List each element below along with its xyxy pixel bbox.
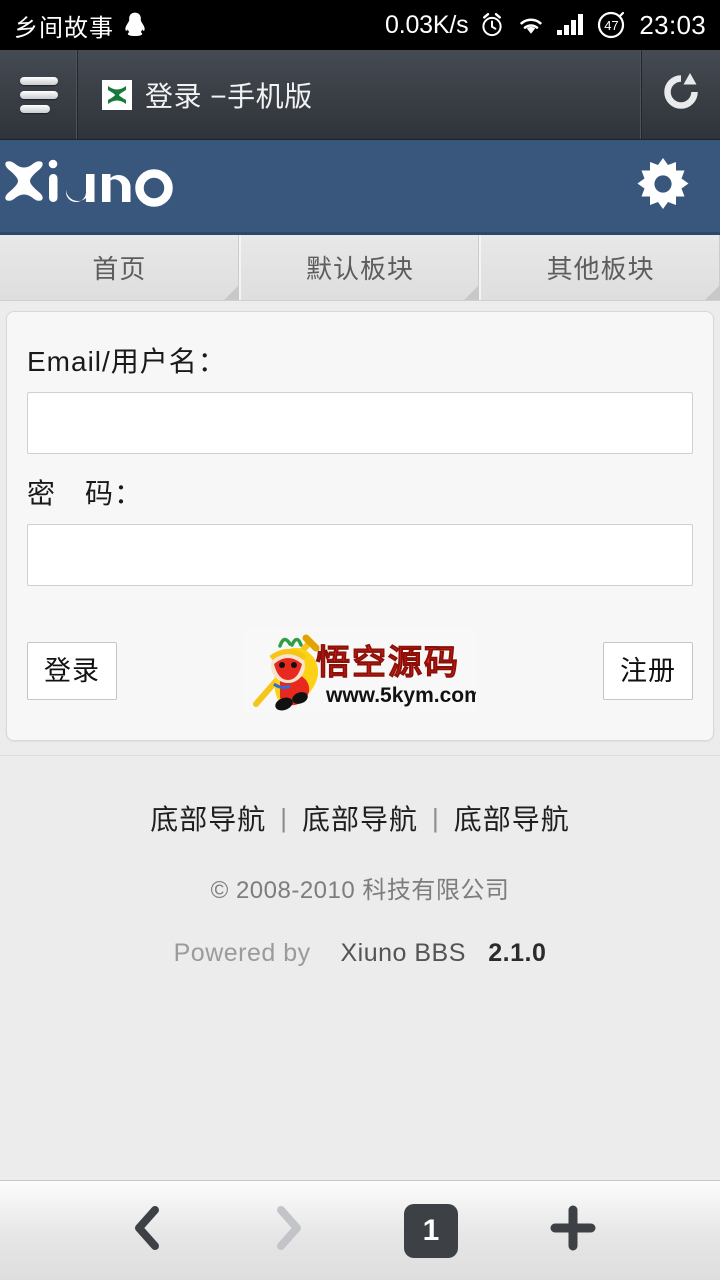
tab-other-forum[interactable]: 其他板块	[481, 235, 720, 300]
tab-label: 首页	[92, 254, 147, 284]
password-label: 密 码：	[27, 478, 144, 509]
browser-menu-button[interactable]	[0, 50, 78, 139]
powered-prefix: Powered by	[173, 939, 311, 967]
reload-icon	[660, 71, 702, 118]
browser-title-bar: 登录 −手机版	[0, 50, 720, 140]
xiuno-x-favicon	[102, 79, 132, 110]
svg-text:悟空源码: 悟空源码	[316, 643, 460, 683]
gear-icon	[634, 155, 692, 218]
reload-button[interactable]	[642, 50, 720, 139]
tab-corner-icon	[464, 285, 480, 300]
address-bar[interactable]: 登录 −手机版	[78, 50, 642, 139]
xiuno-logo[interactable]	[4, 154, 179, 219]
status-bar-left: 乡间故事	[14, 8, 146, 43]
powered-product: Xiuno BBS	[340, 939, 466, 967]
nav-tabs: 首页 默认板块 其他板块	[0, 235, 720, 301]
tab-label: 其他板块	[546, 254, 655, 284]
powered-version: 2.1.0	[488, 939, 547, 967]
battery-level-label: 47	[604, 17, 619, 33]
footer-copyright: © 2008-2010 科技有限公司	[210, 877, 510, 904]
android-status-bar: 乡间故事 0.03K/s 47 23:03	[0, 0, 720, 50]
password-input[interactable]	[27, 524, 693, 586]
chevron-right-icon	[267, 1202, 311, 1259]
wukong-watermark: 悟空源码 www.5kym.com	[244, 628, 476, 714]
tab-corner-icon	[223, 285, 239, 300]
tab-corner-icon	[705, 285, 720, 300]
footer-nav: 底部导航 | 底部导航 | 底部导航	[0, 798, 720, 838]
cellular-signal-icon	[557, 13, 585, 37]
footer-nav-link-3[interactable]: 底部导航	[454, 798, 570, 838]
tab-default-forum[interactable]: 默认板块	[240, 235, 482, 300]
back-button[interactable]	[111, 1195, 183, 1267]
username-label: Email/用户名：	[27, 346, 227, 377]
footer-separator: |	[432, 802, 440, 833]
login-button[interactable]: 登录	[27, 641, 117, 701]
svg-text:www.5kym.com: www.5kym.com	[325, 684, 476, 707]
qq-penguin-icon	[124, 12, 146, 39]
hamburger-menu-icon	[19, 76, 58, 113]
tab-label: 默认板块	[306, 254, 415, 284]
username-input[interactable]	[27, 392, 693, 454]
battery-icon: 47	[596, 10, 626, 40]
plus-icon	[548, 1203, 598, 1258]
status-bar-right: 0.03K/s 47 23:03	[385, 10, 706, 41]
settings-button[interactable]	[632, 155, 694, 217]
site-header	[0, 140, 720, 235]
browser-bottom-bar: 1	[0, 1180, 720, 1280]
form-button-row: 登录 悟空源码 www.5kym.com 注册	[27, 628, 693, 714]
wifi-icon	[516, 13, 546, 37]
carrier-label: 乡间故事	[14, 14, 114, 42]
field-spacer	[27, 454, 693, 472]
register-button[interactable]: 注册	[603, 641, 693, 701]
tab-switcher-button[interactable]: 1	[395, 1195, 467, 1267]
login-card: Email/用户名： 密 码： 登录 悟空源码 www.5kym.com 注册	[6, 311, 714, 741]
footer-separator: |	[280, 802, 288, 833]
site-footer: 底部导航 | 底部导航 | 底部导航 © 2008-2010 科技有限公司 Po…	[0, 755, 720, 968]
page-body: Email/用户名： 密 码： 登录 悟空源码 www.5kym.com 注册 …	[0, 301, 720, 1180]
footer-nav-link-1[interactable]: 底部导航	[150, 798, 266, 838]
new-tab-button[interactable]	[537, 1195, 609, 1267]
alarm-clock-icon	[479, 12, 505, 38]
footer-nav-link-2[interactable]: 底部导航	[302, 798, 418, 838]
tab-count-badge: 1	[404, 1203, 458, 1258]
forward-button[interactable]	[253, 1195, 325, 1267]
tab-home[interactable]: 首页	[0, 235, 241, 300]
footer-powered-by: Powered by Xiuno BBS 2.1.0	[0, 939, 720, 968]
phone-screen: 乡间故事 0.03K/s 47 23:03 登录 −手机版 首页 默认板块 其他…	[0, 0, 720, 1280]
clock-label: 23:03	[639, 9, 706, 40]
network-speed-label: 0.03K/s	[385, 10, 469, 39]
page-title: 登录 −手机版	[145, 80, 313, 112]
chevron-left-icon	[125, 1202, 169, 1259]
